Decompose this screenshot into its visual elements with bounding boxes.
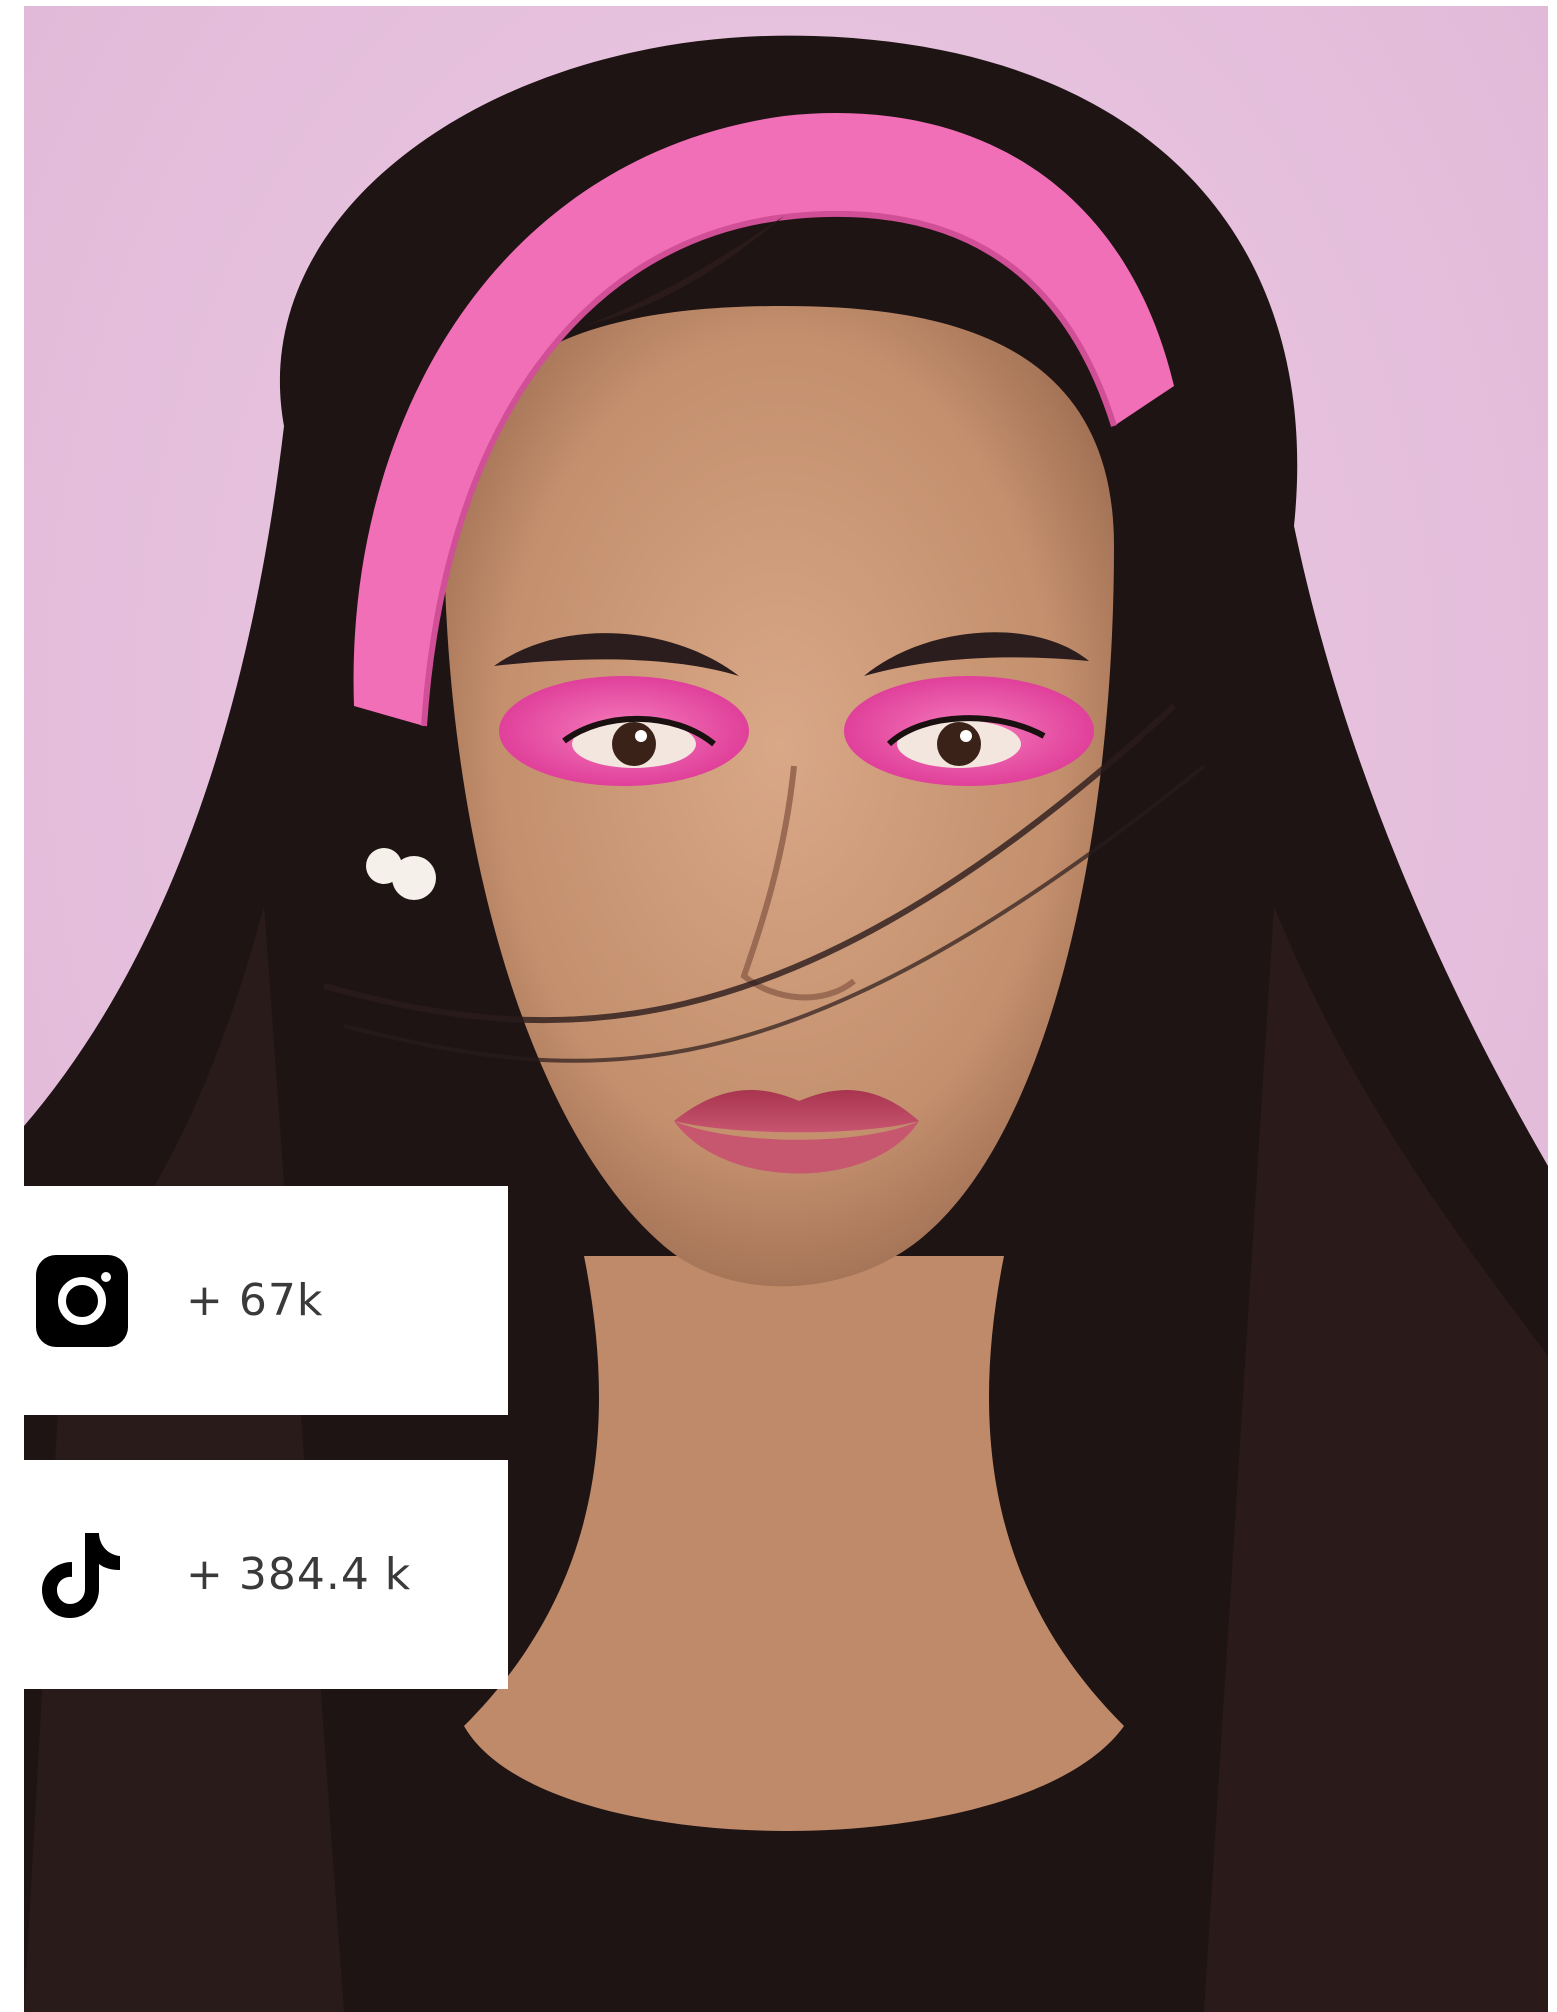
portrait-illustration [24, 6, 1548, 2012]
tiktok-icon [36, 1529, 128, 1621]
tiktok-stat-card[interactable]: + 384.4 k [24, 1460, 508, 1689]
profile-photo [24, 6, 1548, 2012]
tiktok-follower-count: + 384.4 k [186, 1549, 412, 1600]
instagram-follower-count: + 67k [186, 1275, 324, 1326]
instagram-icon [36, 1254, 128, 1347]
instagram-stat-card[interactable]: + 67k [24, 1186, 508, 1415]
